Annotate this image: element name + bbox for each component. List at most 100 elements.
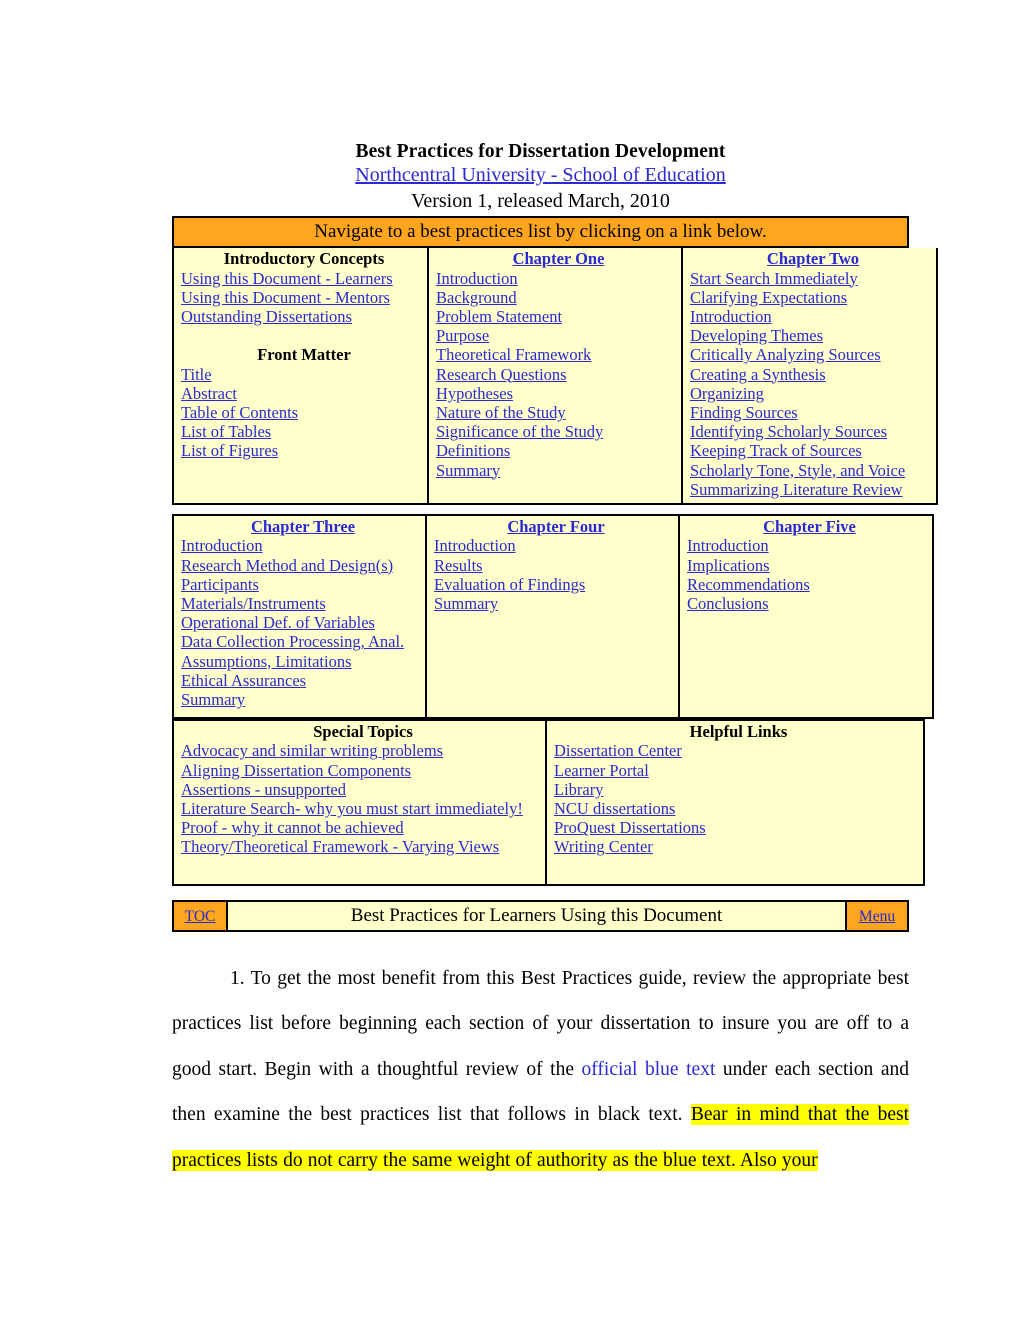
link-c1-theoretical-framework[interactable]: Theoretical Framework [436,345,681,364]
institution-link[interactable]: Northcentral University - School of Educ… [355,164,725,186]
body-paragraph: 1. To get the most benefit from this Bes… [172,956,909,1184]
link-c3-participants[interactable]: Participants [181,575,425,594]
navigation-table-two: Chapter Three Introduction Research Meth… [172,513,934,719]
link-c3-materials-instruments[interactable]: Materials/Instruments [181,594,425,613]
link-c1-introduction[interactable]: Introduction [436,269,681,288]
column-chapter-one: Chapter One Introduction Background Prob… [429,248,683,503]
link-c2-critically-analyzing-sources[interactable]: Critically Analyzing Sources [690,345,936,364]
page-title: Best Practices for Dissertation Developm… [355,141,726,162]
link-c1-background[interactable]: Background [436,288,681,307]
table-row: TOC Best Practices for Learners Using th… [172,899,909,932]
column-heading-chapter-four[interactable]: Chapter Four [434,517,678,537]
institution-line: Northcentral University - School of Educ… [172,163,909,189]
link-ncu-dissertations[interactable]: NCU dissertations [554,799,923,818]
link-c1-problem-statement[interactable]: Problem Statement [436,307,681,326]
link-abstract[interactable]: Abstract [181,384,427,403]
link-c3-operational-def-of-variables[interactable]: Operational Def. of Variables [181,613,425,632]
table-row: Introductory Concepts Using this Documen… [174,248,936,503]
link-using-this-document-mentors[interactable]: Using this Document - Mentors [181,288,427,307]
column-chapter-five: Chapter Five Introduction Implications R… [680,515,932,717]
section-title: Best Practices for Learners Using this D… [226,899,847,932]
menu-cell[interactable]: Menu [845,899,909,932]
link-aligning-dissertation-components[interactable]: Aligning Dissertation Components [181,761,545,780]
link-dissertation-center[interactable]: Dissertation Center [554,741,923,760]
link-list-of-tables[interactable]: List of Tables [181,422,427,441]
column-spacer [181,326,427,345]
link-c2-summarizing-literature-review[interactable]: Summarizing Literature Review [690,480,936,499]
link-title[interactable]: Title [181,365,427,384]
link-c5-introduction[interactable]: Introduction [687,536,932,555]
column-heading: Introductory Concepts [223,249,385,268]
menu-link[interactable]: Menu [859,908,895,925]
link-c2-identifying-scholarly-sources[interactable]: Identifying Scholarly Sources [690,422,936,441]
link-c5-recommendations[interactable]: Recommendations [687,575,932,594]
navigate-banner: Navigate to a best practices list by cli… [172,216,909,248]
link-c2-introduction[interactable]: Introduction [690,307,936,326]
link-c3-ethical-assurances[interactable]: Ethical Assurances [181,671,425,690]
document-page: Best Practices for Dissertation Developm… [0,0,1020,1320]
link-c3-summary[interactable]: Summary [181,690,425,709]
toc-cell[interactable]: TOC [172,899,228,932]
link-table-of-contents[interactable]: Table of Contents [181,403,427,422]
link-proquest-dissertations[interactable]: ProQuest Dissertations [554,818,923,837]
section-navigation-bar: TOC Best Practices for Learners Using th… [172,899,909,932]
link-c5-conclusions[interactable]: Conclusions [687,594,932,613]
column-heading-chapter-one[interactable]: Chapter One [436,249,681,269]
link-assertions-unsupported[interactable]: Assertions - unsupported [181,780,545,799]
document-content: Best Practices for Dissertation Developm… [172,140,938,1203]
link-proof-cannot-be-achieved[interactable]: Proof - why it cannot be achieved [181,818,545,837]
column-heading-chapter-three[interactable]: Chapter Three [181,517,425,537]
link-c2-clarifying-expectations[interactable]: Clarifying Expectations [690,288,936,307]
link-learner-portal[interactable]: Learner Portal [554,761,923,780]
column-chapter-four: Chapter Four Introduction Results Evalua… [427,515,680,717]
version-line: Version 1, released March, 2010 [411,190,670,212]
column-heading-helpful-links: Helpful Links [689,721,788,741]
link-c2-finding-sources[interactable]: Finding Sources [690,403,936,422]
table-row: Special Topics Advocacy and similar writ… [174,720,923,884]
link-c2-start-search-immediately[interactable]: Start Search Immediately [690,269,936,288]
link-c1-definitions[interactable]: Definitions [436,441,681,460]
link-c3-research-method-and-designs[interactable]: Research Method and Design(s) [181,556,425,575]
link-literature-search-start-immediately[interactable]: Literature Search- why you must start im… [181,799,545,818]
column-introductory-concepts: Introductory Concepts Using this Documen… [174,248,429,503]
column-heading-special-topics: Special Topics [313,721,413,741]
column-helpful-links: Helpful Links Dissertation Center Learne… [547,720,923,884]
link-c2-keeping-track-of-sources[interactable]: Keeping Track of Sources [690,441,936,460]
link-c1-hypotheses[interactable]: Hypotheses [436,384,681,403]
link-c1-research-questions[interactable]: Research Questions [436,365,681,384]
link-theory-theoretical-framework-varying-views[interactable]: Theory/Theoretical Framework - Varying V… [181,837,545,856]
link-c2-developing-themes[interactable]: Developing Themes [690,326,936,345]
column-heading-chapter-two[interactable]: Chapter Two [690,249,936,269]
link-c4-evaluation-of-findings[interactable]: Evaluation of Findings [434,575,678,594]
table-row: Chapter Three Introduction Research Meth… [174,515,932,717]
link-c3-data-collection-processing-anal[interactable]: Data Collection Processing, Anal. [181,632,425,651]
link-c2-organizing[interactable]: Organizing [690,384,936,403]
link-c4-summary[interactable]: Summary [434,594,678,613]
column-subheading-front-matter: Front Matter [257,345,351,365]
link-c2-creating-a-synthesis[interactable]: Creating a Synthesis [690,365,936,384]
link-writing-center[interactable]: Writing Center [554,837,923,856]
link-c3-introduction[interactable]: Introduction [181,536,425,555]
link-c3-assumptions-limitations[interactable]: Assumptions, Limitations [181,652,425,671]
link-c2-scholarly-tone-style-voice[interactable]: Scholarly Tone, Style, and Voice [690,461,936,480]
navigation-table-three: Special Topics Advocacy and similar writ… [172,718,925,886]
link-c1-purpose[interactable]: Purpose [436,326,681,345]
link-list-of-figures[interactable]: List of Figures [181,441,427,460]
column-special-topics: Special Topics Advocacy and similar writ… [174,720,547,884]
link-outstanding-dissertations[interactable]: Outstanding Dissertations [181,307,427,326]
link-c5-implications[interactable]: Implications [687,556,932,575]
link-using-this-document-learners[interactable]: Using this Document - Learners [181,269,427,288]
body-blue-text: official blue text [581,1058,716,1080]
link-library[interactable]: Library [554,780,923,799]
navigation-table-one: Introductory Concepts Using this Documen… [172,248,938,505]
link-advocacy-writing-problems[interactable]: Advocacy and similar writing problems [181,741,545,760]
link-c4-results[interactable]: Results [434,556,678,575]
column-chapter-two: Chapter Two Start Search Immediately Cla… [683,248,936,503]
link-c1-nature-of-the-study[interactable]: Nature of the Study [436,403,681,422]
link-c1-significance-of-the-study[interactable]: Significance of the Study [436,422,681,441]
toc-link[interactable]: TOC [185,908,216,925]
column-heading-chapter-five[interactable]: Chapter Five [687,517,932,537]
column-chapter-three: Chapter Three Introduction Research Meth… [174,515,427,717]
link-c4-introduction[interactable]: Introduction [434,536,678,555]
link-c1-summary[interactable]: Summary [436,461,681,480]
